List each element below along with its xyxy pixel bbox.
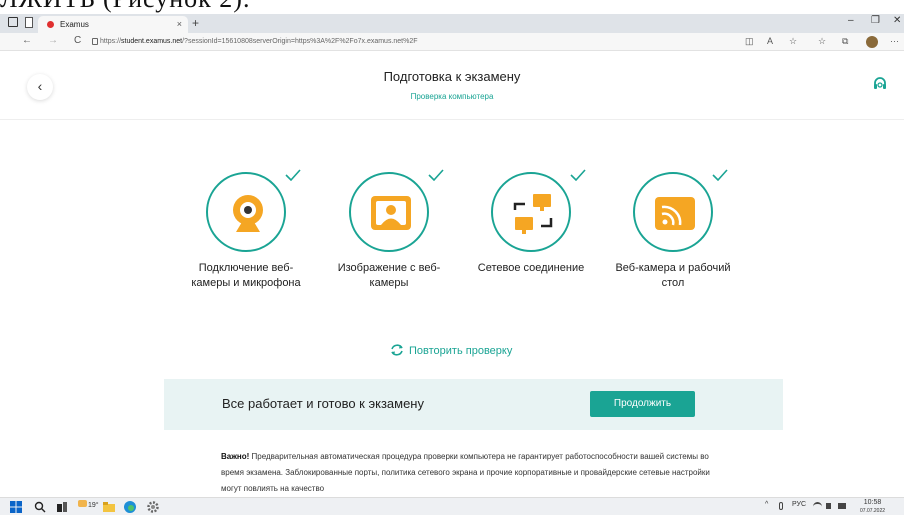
- favorite-icon[interactable]: ☆: [789, 36, 797, 47]
- back-arrow-icon[interactable]: ←: [22, 35, 32, 46]
- minimize-button[interactable]: –: [848, 15, 854, 26]
- mic-icon[interactable]: [779, 502, 783, 510]
- tab-examus[interactable]: Examus ×: [38, 16, 188, 33]
- retry-check-link[interactable]: Повторить проверку: [390, 343, 512, 359]
- check-icon: [428, 169, 444, 181]
- step-circle: [206, 172, 286, 252]
- page-subtitle: Проверка компьютера: [410, 92, 494, 101]
- document-fragment: ЛЖИТЬ (Рисунок 2).: [0, 0, 904, 14]
- step-network: Сетевое соединение: [466, 169, 596, 276]
- weather-widget[interactable]: 19°: [78, 500, 99, 509]
- collections-icon[interactable]: ⧉: [842, 36, 848, 47]
- step-circle: [633, 172, 713, 252]
- lock-icon[interactable]: [92, 38, 98, 45]
- step-label: Подключение веб-камеры и микрофона: [191, 262, 301, 289]
- step-webcam-mic: Подключение веб-камеры и микрофона: [181, 169, 311, 291]
- tab-actions-icon[interactable]: [8, 17, 18, 27]
- tray-expand-icon[interactable]: ^: [765, 501, 768, 508]
- page-title: Подготовка к экзамену: [383, 69, 521, 84]
- profile-avatar[interactable]: [866, 36, 878, 48]
- check-icon: [285, 169, 301, 181]
- tab-bar: Examus × +: [0, 14, 904, 33]
- taskbar: 19° ^ РУС 10:58 07.07.2022: [0, 497, 904, 515]
- support-headset-icon[interactable]: [872, 76, 888, 92]
- step-label: Веб-камера и рабочий стол: [615, 262, 731, 289]
- read-aloud-icon[interactable]: A: [767, 36, 773, 46]
- clock-date: 07.07.2022: [860, 508, 886, 514]
- more-icon[interactable]: ···: [890, 36, 899, 46]
- camera-image-icon: [371, 196, 411, 230]
- settings-gear-icon[interactable]: [147, 501, 159, 513]
- refresh-icon: [391, 344, 403, 356]
- tab-close-button[interactable]: ×: [177, 16, 182, 33]
- file-explorer-icon[interactable]: [103, 501, 115, 513]
- address-bar: ← → C https://student.examus.net/?sessio…: [0, 33, 904, 51]
- step-label: Изображение с веб-камеры: [337, 262, 441, 289]
- language-indicator[interactable]: РУС: [792, 501, 806, 508]
- task-view-icon[interactable]: [56, 501, 68, 513]
- continue-button[interactable]: Продолжить: [590, 391, 695, 417]
- new-tab-button[interactable]: +: [192, 16, 199, 31]
- page-icon: [25, 17, 33, 28]
- search-icon[interactable]: [34, 501, 46, 513]
- close-window-button[interactable]: ✕: [893, 15, 901, 26]
- check-icon: [570, 169, 586, 181]
- windows-start-icon[interactable]: [10, 501, 22, 513]
- check-icon: [712, 169, 728, 181]
- retry-label: Повторить проверку: [409, 345, 513, 357]
- battery-icon[interactable]: [838, 503, 846, 509]
- webcam-icon: [233, 195, 263, 232]
- url-field[interactable]: https://student.examus.net/?sessionId=15…: [100, 35, 700, 49]
- recording-icon: [47, 21, 54, 28]
- network-icon: [513, 194, 553, 234]
- tab-title: Examus: [60, 20, 89, 29]
- note-text: Предварительная автоматическая процедура…: [221, 452, 710, 493]
- refresh-icon[interactable]: C: [74, 35, 81, 46]
- ready-message: Все работает и готово к экзамену: [222, 396, 424, 411]
- favorites-icon[interactable]: ☆: [818, 36, 826, 47]
- read-mode-icon[interactable]: ◫: [745, 36, 754, 47]
- step-label: Сетевое соединение: [477, 262, 585, 274]
- restore-button[interactable]: ❐: [871, 15, 880, 26]
- step-webcam-desktop: Веб-камера и рабочий стол: [608, 169, 738, 291]
- step-circle: [491, 172, 571, 252]
- note-bold: Важно!: [221, 452, 250, 461]
- screen-cast-icon: [655, 197, 695, 230]
- important-note: Важно! Предварительная автоматическая пр…: [221, 449, 721, 497]
- forward-arrow-icon[interactable]: →: [48, 35, 58, 46]
- step-circle: [349, 172, 429, 252]
- step-camera-image: Изображение с веб-камеры: [324, 169, 454, 291]
- page-header: ‹ Подготовка к экзамену Проверка компьют…: [0, 52, 904, 120]
- volume-icon[interactable]: [826, 503, 831, 509]
- edge-browser-icon[interactable]: [124, 501, 136, 513]
- ready-banner: Все работает и готово к экзамену Продолж…: [164, 379, 783, 430]
- exam-check-page: ‹ Подготовка к экзамену Проверка компьют…: [0, 52, 904, 497]
- clock[interactable]: 10:58 07.07.2022: [860, 499, 885, 515]
- wifi-icon[interactable]: [813, 502, 822, 511]
- clock-time: 10:58: [863, 499, 882, 506]
